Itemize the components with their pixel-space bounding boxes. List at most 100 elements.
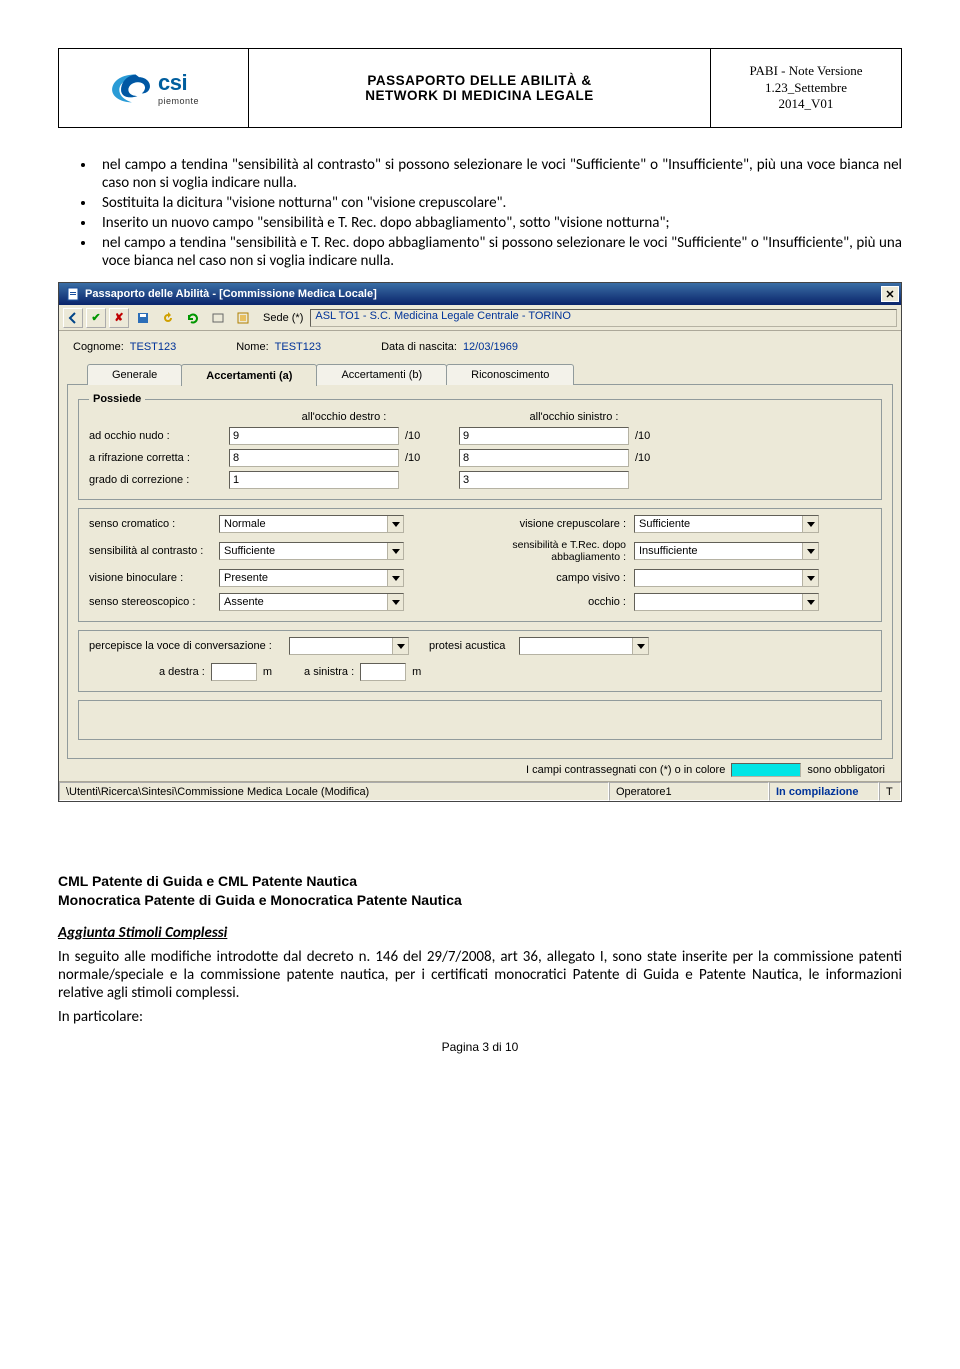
possiede-legend: Possiede — [89, 393, 145, 405]
sens-contrasto-combo[interactable]: Sufficiente — [219, 542, 404, 560]
senso-cromatico-label: senso cromatico : — [89, 518, 219, 530]
visione-binoculare-combo[interactable]: Presente — [219, 569, 404, 587]
a-sinistra-input[interactable] — [360, 663, 406, 681]
save-icon[interactable] — [132, 308, 154, 328]
chevron-down-icon — [632, 638, 648, 654]
a-destra-label: a destra : — [159, 666, 205, 678]
grado-dx-input[interactable]: 1 — [229, 471, 399, 489]
sens-abbagliamento-combo[interactable]: Insufficiente — [634, 542, 819, 560]
chevron-down-icon — [387, 516, 403, 532]
percepisce-voce-label: percepisce la voce di conversazione : — [89, 640, 289, 652]
meta-line3: 2014_V01 — [779, 96, 834, 113]
section-paragraph-1: In seguito alle modifiche introdotte dal… — [58, 948, 902, 1002]
mandatory-note-pre: I campi contrassegnati con (*) o in colo… — [526, 764, 725, 776]
status-path: \Utenti\Ricerca\Sintesi\Commissione Medi… — [59, 782, 609, 801]
rifrazione-dx-input[interactable]: 8 — [229, 449, 399, 467]
occhio-label: occhio : — [454, 596, 634, 608]
chevron-down-icon — [802, 594, 818, 610]
tab-accertamenti-a[interactable]: Accertamenti (a) — [181, 364, 317, 386]
dob-label: Data di nascita: — [381, 341, 457, 353]
window-close-button[interactable]: ✕ — [881, 286, 899, 302]
sens-abbagliamento-label: sensibilità e T.Rec. dopo abbagliamento … — [454, 539, 634, 563]
chevron-down-icon — [802, 543, 818, 559]
col-header-dx: all'occhio destro : — [229, 411, 459, 423]
bullet-3: Inserito un nuovo campo "sensibilità e T… — [96, 214, 902, 232]
nome-label: Nome: — [236, 341, 268, 353]
unit-m: m — [263, 666, 272, 678]
chevron-down-icon — [802, 570, 818, 586]
nudo-dx-input[interactable]: 9 — [229, 427, 399, 445]
tab-bar: Generale Accertamenti (a) Accertamenti (… — [87, 363, 893, 385]
toolbar: ✔ ✘ Sede (*) ASL TO1 - S.C. Medicina Leg… — [59, 305, 901, 331]
nudo-sx-input[interactable]: 9 — [459, 427, 629, 445]
window-app-icon — [65, 286, 81, 302]
header-logo-cell: csi piemonte — [59, 49, 249, 127]
vision-group: senso cromatico : Normale visione crepus… — [78, 508, 882, 622]
section-heading-line1: CML Patente di Guida e CML Patente Nauti… — [58, 872, 902, 891]
tab-riconoscimento[interactable]: Riconoscimento — [446, 364, 574, 385]
unit-m: m — [412, 666, 421, 678]
grado-label: grado di correzione : — [89, 474, 229, 486]
a-sinistra-label: a sinistra : — [304, 666, 354, 678]
undo-icon[interactable] — [157, 308, 179, 328]
campo-visivo-combo[interactable] — [634, 569, 819, 587]
section-subhead: Aggiunta Stimoli Complessi — [58, 924, 902, 942]
cancel-button[interactable]: ✘ — [109, 308, 129, 328]
dob-value: 12/03/1969 — [463, 341, 518, 353]
mandatory-note-post: sono obbligatori — [807, 764, 885, 776]
col-header-sx: all'occhio sinistro : — [459, 411, 689, 423]
bullet-1: nel campo a tendina "sensibilità al cont… — [96, 156, 902, 192]
status-bar: \Utenti\Ricerca\Sintesi\Commissione Medi… — [59, 781, 901, 801]
nudo-label: ad occhio nudo : — [89, 430, 229, 442]
sens-contrasto-label: sensibilità al contrasto : — [89, 545, 219, 557]
tab-generale[interactable]: Generale — [87, 364, 182, 385]
campo-visivo-label: campo visivo : — [454, 572, 634, 584]
bullet-2: Sostituita la dicitura "visione notturna… — [96, 194, 902, 212]
sede-input[interactable]: ASL TO1 - S.C. Medicina Legale Centrale … — [310, 309, 897, 327]
confirm-button[interactable]: ✔ — [86, 308, 106, 328]
refresh-icon[interactable] — [182, 308, 204, 328]
nome-value: TEST123 — [275, 341, 321, 353]
tool-icon-2[interactable] — [232, 308, 254, 328]
app-window: Passaporto delle Abilità - [Commissione … — [58, 282, 902, 802]
intro-bullets: nel campo a tendina "sensibilità al cont… — [58, 156, 902, 270]
percepisce-voce-combo[interactable] — [289, 637, 409, 655]
chevron-down-icon — [802, 516, 818, 532]
chevron-down-icon — [387, 570, 403, 586]
meta-line1: PABI - Note Versione — [749, 63, 862, 80]
window-title: Passaporto delle Abilità - [Commissione … — [85, 288, 881, 300]
senso-stereo-label: senso stereoscopico : — [89, 596, 219, 608]
window-titlebar[interactable]: Passaporto delle Abilità - [Commissione … — [59, 283, 901, 305]
visione-crepuscolare-label: visione crepuscolare : — [454, 518, 634, 530]
occhio-combo[interactable] — [634, 593, 819, 611]
tab-accertamenti-b[interactable]: Accertamenti (b) — [316, 364, 447, 385]
mandatory-note: I campi contrassegnati con (*) o in colo… — [67, 759, 893, 781]
empty-group — [78, 700, 882, 740]
nav-back-button[interactable] — [63, 308, 83, 328]
visione-crepuscolare-combo[interactable]: Sufficiente — [634, 515, 819, 533]
document-header: csi piemonte PASSAPORTO DELLE ABILITÀ & … — [58, 48, 902, 128]
status-operator: Operatore1 — [609, 782, 769, 801]
chevron-down-icon — [387, 594, 403, 610]
status-phase: In compilazione — [769, 782, 879, 801]
protesi-combo[interactable] — [519, 637, 649, 655]
page-number: Pagina 3 di 10 — [58, 1040, 902, 1054]
csi-piemonte-logo: csi piemonte — [108, 70, 199, 106]
section-heading: CML Patente di Guida e CML Patente Nauti… — [58, 872, 902, 910]
senso-cromatico-combo[interactable]: Normale — [219, 515, 404, 533]
rifrazione-sx-input[interactable]: 8 — [459, 449, 629, 467]
bullet-4: nel campo a tendina "sensibilità e T. Re… — [96, 234, 902, 270]
senso-stereo-combo[interactable]: Assente — [219, 593, 404, 611]
cognome-value: TEST123 — [130, 341, 176, 353]
grado-sx-input[interactable]: 3 — [459, 471, 629, 489]
a-destra-input[interactable] — [211, 663, 257, 681]
suffix-10: /10 — [399, 430, 459, 442]
possiede-group: Possiede all'occhio destro : all'occhio … — [78, 393, 882, 500]
doc-title-line1: PASSAPORTO DELLE ABILITÀ & — [367, 73, 591, 88]
cognome-label: Cognome: — [73, 341, 124, 353]
protesi-label: protesi acustica — [429, 640, 519, 652]
visione-binoculare-label: visione binoculare : — [89, 572, 219, 584]
sede-label: Sede (*) — [263, 312, 303, 324]
tool-icon-1[interactable] — [207, 308, 229, 328]
header-meta: PABI - Note Versione 1.23_Settembre 2014… — [711, 49, 901, 127]
